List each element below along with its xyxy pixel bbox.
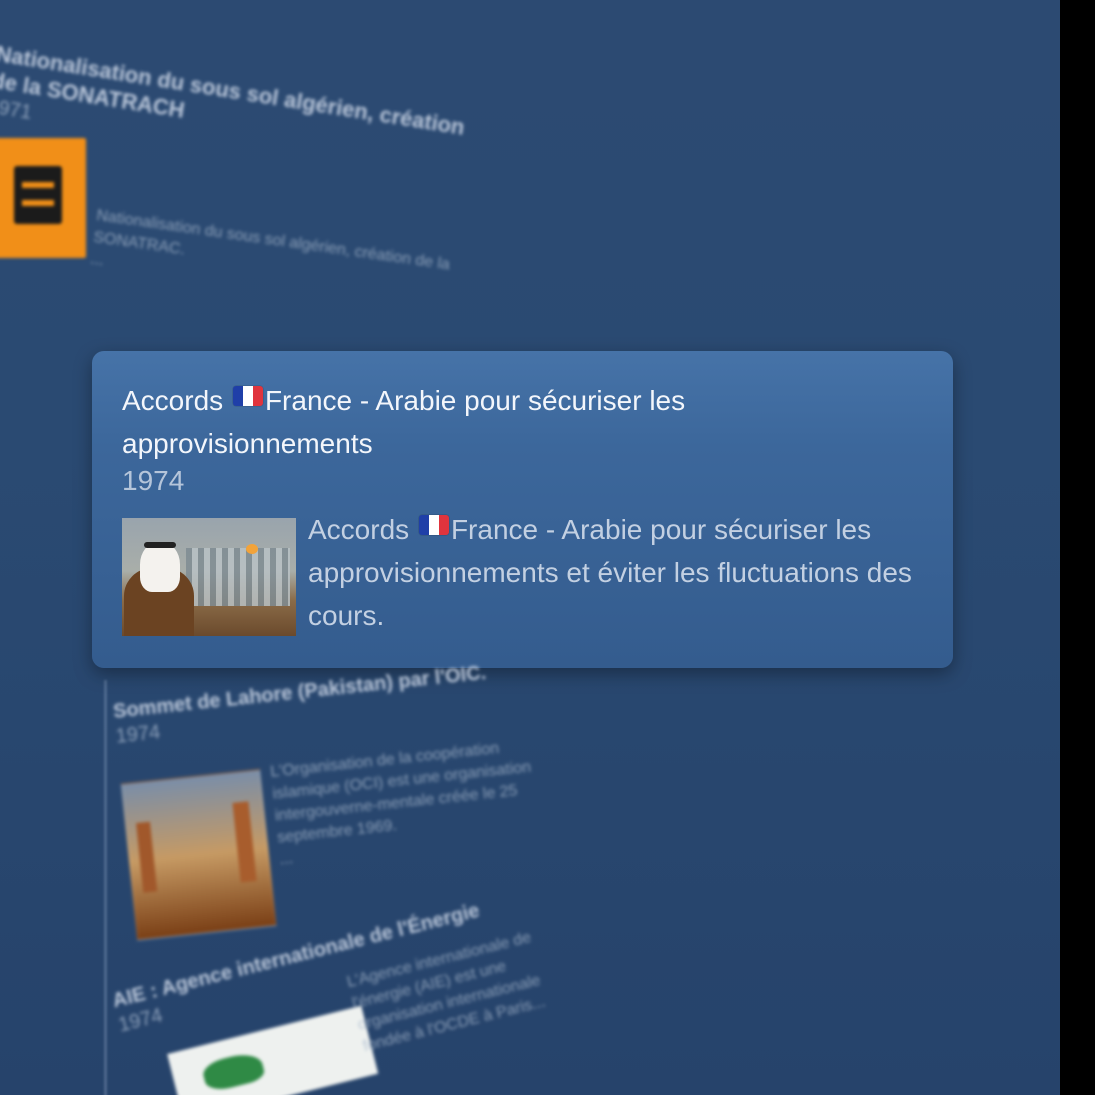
event-description: Accords France - Arabie pour sécuriser l…: [308, 514, 912, 631]
timeline-view[interactable]: Nationalisation du sous sol algérien, cr…: [0, 0, 1060, 1095]
event-thumbnail: [167, 1005, 379, 1095]
timeline-event-card-focused[interactable]: Accords France - Arabie pour sécuriser l…: [92, 351, 953, 668]
timeline-event-lahore[interactable]: Sommet de Lahore (Pakistan) par l'OIC. 1…: [112, 654, 555, 941]
event-description-1971: Nationalisation du sous sol algérien, cr…: [89, 206, 451, 274]
event-description: L'Organisation de la coopération islamiq…: [269, 739, 532, 869]
event-thumbnail: [120, 768, 277, 941]
event-year: 1974: [122, 465, 185, 496]
event-thumbnail: [122, 518, 296, 636]
france-flag-icon: [418, 515, 449, 535]
screen-edge: [1060, 0, 1095, 1095]
timeline-line: [104, 680, 107, 1095]
sonatrach-logo-icon: [0, 138, 86, 258]
event-title: Accords France - Arabie pour sécuriser l…: [122, 385, 686, 459]
france-flag-icon: [232, 386, 263, 406]
